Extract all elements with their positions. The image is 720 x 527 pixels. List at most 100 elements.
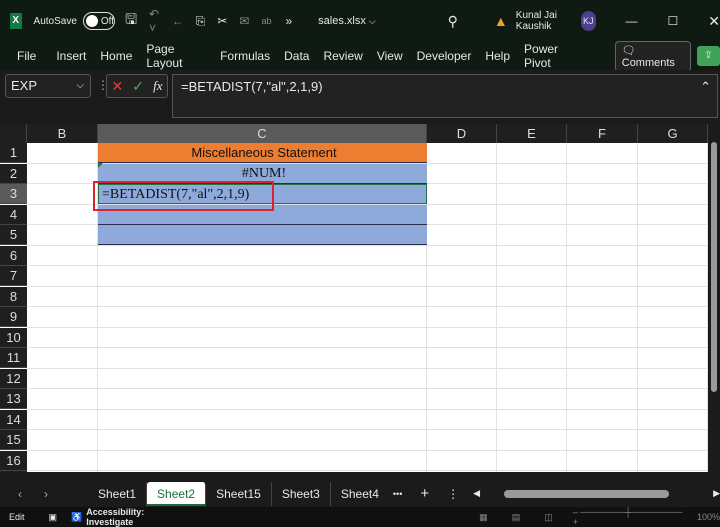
row-header-14[interactable]: 14	[0, 409, 27, 430]
row-header-3[interactable]: 3	[0, 184, 27, 204]
select-all-corner[interactable]	[0, 124, 27, 143]
formula-input[interactable]: =BETADIST(7,"al",2,1,9) ⌃	[172, 74, 718, 118]
tab-power-pivot[interactable]: Power Pivot	[524, 42, 581, 70]
tab-file[interactable]: File	[17, 49, 36, 63]
column-header-g[interactable]: G	[638, 124, 708, 143]
cancel-icon[interactable]: ✕	[112, 78, 124, 95]
scrollbar-thumb[interactable]	[711, 142, 717, 392]
minimize-button[interactable]: —	[626, 14, 638, 28]
email-icon[interactable]: ✉	[239, 14, 249, 28]
insert-function-button[interactable]: fx	[153, 78, 162, 94]
accessibility-icon[interactable]: ♿	[71, 512, 82, 523]
worksheet-grid[interactable]: BCDEFG1234567891011121314151617Miscellan…	[0, 124, 708, 472]
tab-page-layout[interactable]: Page Layout	[146, 42, 206, 70]
close-button[interactable]: ✕	[708, 13, 720, 30]
row-header-2[interactable]: 2	[0, 163, 27, 184]
tab-data[interactable]: Data	[284, 49, 309, 63]
maximize-button[interactable]: ☐	[668, 14, 679, 28]
share-button[interactable]: ⇪	[696, 46, 720, 66]
row-header-8[interactable]: 8	[0, 286, 27, 307]
column-header-d[interactable]: D	[427, 124, 497, 143]
collapse-icon[interactable]: ⌃	[700, 79, 711, 95]
row-header-1[interactable]: 1	[0, 143, 27, 163]
tab-help[interactable]: Help	[485, 49, 510, 63]
status-bar: Edit ▣ ♿ Accessibility: Investigate ▦ ▤ …	[0, 507, 720, 527]
scroll-right-icon[interactable]: ▶	[713, 488, 720, 499]
formula-controls: ✕ ✓ fx	[106, 74, 168, 98]
row-header-12[interactable]: 12	[0, 368, 27, 389]
row-header-13[interactable]: 13	[0, 389, 27, 409]
title-bar: X AutoSave Off 🖫 ↶ ˅ ← ⎘ ✂ ✉ ab » sales.…	[0, 0, 720, 42]
column-header-c[interactable]: C	[98, 124, 427, 143]
row-header-15[interactable]: 15	[0, 430, 27, 450]
back-icon[interactable]: ←	[172, 14, 184, 28]
sheet-tab-sheet15[interactable]: Sheet15	[206, 481, 272, 506]
cell-c1[interactable]: Miscellaneous Statement	[98, 143, 427, 163]
cut-icon[interactable]: ✂	[217, 14, 227, 28]
gridline	[27, 265, 708, 266]
row-header-6[interactable]: 6	[0, 245, 27, 266]
highlight-box	[93, 181, 274, 211]
horizontal-scrollbar[interactable]	[504, 489, 670, 498]
autosave-label: AutoSave	[33, 15, 77, 27]
spelling-icon[interactable]: ab	[261, 16, 271, 26]
row-header-9[interactable]: 9	[0, 307, 27, 327]
user-name: Kunal Jai Kaushik	[515, 10, 557, 32]
page-layout-view-icon[interactable]: ▤	[512, 512, 521, 523]
enter-icon[interactable]: ✓	[132, 78, 144, 95]
column-header-b[interactable]: B	[27, 124, 98, 143]
tab-review[interactable]: Review	[323, 49, 362, 63]
name-box[interactable]: EXP ⌵	[5, 74, 91, 98]
tab-view[interactable]: View	[377, 49, 403, 63]
tab-developer[interactable]: Developer	[417, 49, 472, 63]
search-icon[interactable]: ⚲	[448, 13, 458, 30]
macro-icon[interactable]: ▣	[49, 512, 58, 523]
prev-sheet-button[interactable]: ‹	[18, 487, 22, 501]
zoom-slider[interactable]: – ───────┼──────── +	[573, 507, 685, 527]
comments-button[interactable]: 🗨 Comments	[614, 40, 691, 72]
cell-c5[interactable]	[98, 225, 427, 245]
next-sheet-button[interactable]: ›	[44, 487, 48, 501]
avatar[interactable]: KJ	[581, 11, 596, 31]
filename[interactable]: sales.xlsx	[318, 15, 366, 27]
column-header-f[interactable]: F	[567, 124, 638, 143]
error-indicator-icon[interactable]	[98, 163, 103, 168]
column-header-e[interactable]: E	[497, 124, 567, 143]
warning-icon[interactable]: ▲	[494, 13, 508, 29]
row-header-5[interactable]: 5	[0, 225, 27, 245]
chevron-down-icon[interactable]: ⌵	[76, 75, 84, 97]
vertical-scrollbar[interactable]	[708, 124, 720, 472]
row-header-16[interactable]: 16	[0, 450, 27, 471]
page-break-view-icon[interactable]: ◫	[544, 512, 553, 523]
accessibility-status[interactable]: Accessibility: Investigate	[86, 507, 189, 527]
zoom-level[interactable]: 100%	[697, 512, 720, 522]
row-header-10[interactable]: 10	[0, 327, 27, 348]
normal-view-icon[interactable]: ▦	[479, 512, 488, 523]
gridline	[637, 143, 638, 472]
gridline	[496, 143, 497, 472]
sheet-tab-sheet1[interactable]: Sheet1	[88, 481, 148, 506]
tab-home[interactable]: Home	[100, 49, 132, 63]
formula-bar-area: EXP ⌵ ⋮ ✕ ✓ fx =BETADIST(7,"al",2,1,9) ⌃	[0, 70, 720, 122]
tab-insert[interactable]: Insert	[56, 49, 86, 63]
row-header-4[interactable]: 4	[0, 204, 27, 225]
paste-icon[interactable]: ⎘	[196, 14, 206, 29]
sheet-tab-sheet3[interactable]: Sheet3	[272, 481, 331, 506]
sheet-tab-sheet2[interactable]: Sheet2	[147, 481, 207, 506]
tab-formulas[interactable]: Formulas	[220, 49, 270, 63]
gridline	[27, 388, 708, 389]
row-header-11[interactable]: 11	[0, 348, 27, 368]
row-header-17[interactable]: 17	[0, 471, 27, 472]
more-sheets-button[interactable]: •••	[393, 489, 402, 499]
chevron-down-icon[interactable]: ⌵	[369, 16, 376, 27]
sheet-tab-sheet4[interactable]: Sheet4	[331, 482, 389, 506]
more-options-icon[interactable]: ⋮	[447, 487, 459, 501]
scroll-left-icon[interactable]: ◀	[473, 488, 480, 499]
gridline	[566, 143, 567, 472]
add-sheet-button[interactable]: +	[420, 485, 429, 502]
save-icon[interactable]: 🖫	[125, 9, 137, 33]
more-commands-button[interactable]: »	[285, 14, 292, 28]
undo-icon[interactable]: ↶ ˅	[149, 7, 164, 35]
row-header-7[interactable]: 7	[0, 266, 27, 286]
autosave-toggle[interactable]: Off	[82, 12, 116, 30]
